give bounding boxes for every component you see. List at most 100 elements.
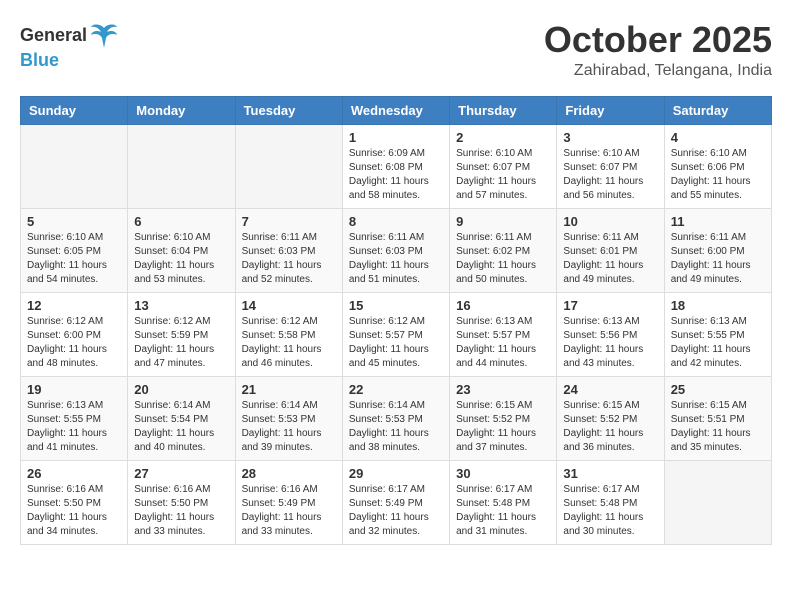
calendar-cell: 8 Sunrise: 6:11 AMSunset: 6:03 PMDaylight… bbox=[342, 208, 449, 292]
logo-general-text: General bbox=[20, 25, 87, 46]
day-number: 11 bbox=[671, 214, 765, 229]
calendar-cell: 30 Sunrise: 6:17 AMSunset: 5:48 PMDayligh… bbox=[450, 460, 557, 544]
weekday-header-monday: Monday bbox=[128, 96, 235, 124]
day-info: Sunrise: 6:13 AMSunset: 5:56 PMDaylight:… bbox=[563, 315, 657, 371]
day-info: Sunrise: 6:12 AMSunset: 5:57 PMDaylight:… bbox=[349, 315, 443, 371]
day-info: Sunrise: 6:16 AMSunset: 5:49 PMDaylight:… bbox=[242, 483, 336, 539]
day-info: Sunrise: 6:09 AMSunset: 6:08 PMDaylight:… bbox=[349, 147, 443, 203]
calendar-cell: 15 Sunrise: 6:12 AMSunset: 5:57 PMDayligh… bbox=[342, 292, 449, 376]
day-number: 10 bbox=[563, 214, 657, 229]
calendar-cell: 10 Sunrise: 6:11 AMSunset: 6:01 PMDayligh… bbox=[557, 208, 664, 292]
calendar-cell: 12 Sunrise: 6:12 AMSunset: 6:00 PMDayligh… bbox=[21, 292, 128, 376]
calendar-cell: 27 Sunrise: 6:16 AMSunset: 5:50 PMDayligh… bbox=[128, 460, 235, 544]
calendar-table: SundayMondayTuesdayWednesdayThursdayFrid… bbox=[20, 96, 772, 545]
calendar-cell: 9Sunrise: 6:11 AMSunset: 6:02 PMDaylight… bbox=[450, 208, 557, 292]
day-info: Sunrise: 6:14 AMSunset: 5:53 PMDaylight:… bbox=[242, 399, 336, 455]
page-header: General Blue October 2025 Zahirabad, Tel… bbox=[20, 20, 772, 80]
calendar-cell: 11Sunrise: 6:11 AMSunset: 6:00 PMDayligh… bbox=[664, 208, 771, 292]
calendar-header-row: SundayMondayTuesdayWednesdayThursdayFrid… bbox=[21, 96, 772, 124]
day-info: Sunrise: 6:10 AMSunset: 6:07 PMDaylight:… bbox=[563, 147, 657, 203]
day-info: Sunrise: 6:12 AMSunset: 5:59 PMDaylight:… bbox=[134, 315, 228, 371]
day-info: Sunrise: 6:10 AMSunset: 6:04 PMDaylight:… bbox=[134, 231, 228, 287]
calendar-cell: 3 Sunrise: 6:10 AMSunset: 6:07 PMDaylight… bbox=[557, 124, 664, 208]
calendar-week-row: 26 Sunrise: 6:16 AMSunset: 5:50 PMDayligh… bbox=[21, 460, 772, 544]
calendar-cell: 13 Sunrise: 6:12 AMSunset: 5:59 PMDayligh… bbox=[128, 292, 235, 376]
day-number: 24 bbox=[563, 382, 657, 397]
calendar-cell: 29 Sunrise: 6:17 AMSunset: 5:49 PMDayligh… bbox=[342, 460, 449, 544]
weekday-header-saturday: Saturday bbox=[664, 96, 771, 124]
calendar-cell bbox=[128, 124, 235, 208]
day-info: Sunrise: 6:17 AMSunset: 5:49 PMDaylight:… bbox=[349, 483, 443, 539]
calendar-cell: 14Sunrise: 6:12 AMSunset: 5:58 PMDayligh… bbox=[235, 292, 342, 376]
day-info: Sunrise: 6:11 AMSunset: 6:01 PMDaylight:… bbox=[563, 231, 657, 287]
calendar-cell: 23 Sunrise: 6:15 AMSunset: 5:52 PMDayligh… bbox=[450, 376, 557, 460]
calendar-cell: 22Sunrise: 6:14 AMSunset: 5:53 PMDayligh… bbox=[342, 376, 449, 460]
calendar-cell: 19 Sunrise: 6:13 AMSunset: 5:55 PMDayligh… bbox=[21, 376, 128, 460]
logo-blue-text: Blue bbox=[20, 50, 59, 70]
day-info: Sunrise: 6:15 AMSunset: 5:52 PMDaylight:… bbox=[563, 399, 657, 455]
day-info: Sunrise: 6:15 AMSunset: 5:52 PMDaylight:… bbox=[456, 399, 550, 455]
day-number: 27 bbox=[134, 466, 228, 481]
calendar-cell: 7Sunrise: 6:11 AMSunset: 6:03 PMDaylight… bbox=[235, 208, 342, 292]
day-number: 31 bbox=[563, 466, 657, 481]
day-info: Sunrise: 6:12 AMSunset: 6:00 PMDaylight:… bbox=[27, 315, 121, 371]
day-number: 12 bbox=[27, 298, 121, 313]
calendar-cell: 26Sunrise: 6:16 AMSunset: 5:50 PMDayligh… bbox=[21, 460, 128, 544]
day-number: 19 bbox=[27, 382, 121, 397]
calendar-week-row: 5Sunrise: 6:10 AMSunset: 6:05 PMDaylight… bbox=[21, 208, 772, 292]
calendar-cell: 6 Sunrise: 6:10 AMSunset: 6:04 PMDaylight… bbox=[128, 208, 235, 292]
calendar-cell bbox=[21, 124, 128, 208]
day-number: 16 bbox=[456, 298, 550, 313]
day-info: Sunrise: 6:14 AMSunset: 5:53 PMDaylight:… bbox=[349, 399, 443, 455]
day-number: 23 bbox=[456, 382, 550, 397]
day-info: Sunrise: 6:17 AMSunset: 5:48 PMDaylight:… bbox=[456, 483, 550, 539]
day-number: 6 bbox=[134, 214, 228, 229]
weekday-header-tuesday: Tuesday bbox=[235, 96, 342, 124]
day-number: 3 bbox=[563, 130, 657, 145]
calendar-cell: 17Sunrise: 6:13 AMSunset: 5:56 PMDayligh… bbox=[557, 292, 664, 376]
day-number: 15 bbox=[349, 298, 443, 313]
day-number: 20 bbox=[134, 382, 228, 397]
day-number: 7 bbox=[242, 214, 336, 229]
day-info: Sunrise: 6:17 AMSunset: 5:48 PMDaylight:… bbox=[563, 483, 657, 539]
logo: General Blue bbox=[20, 20, 119, 71]
calendar-cell: 21 Sunrise: 6:14 AMSunset: 5:53 PMDayligh… bbox=[235, 376, 342, 460]
calendar-cell bbox=[664, 460, 771, 544]
day-number: 13 bbox=[134, 298, 228, 313]
weekday-header-friday: Friday bbox=[557, 96, 664, 124]
calendar-week-row: 19 Sunrise: 6:13 AMSunset: 5:55 PMDayligh… bbox=[21, 376, 772, 460]
calendar-week-row: 1 Sunrise: 6:09 AMSunset: 6:08 PMDaylight… bbox=[21, 124, 772, 208]
day-info: Sunrise: 6:11 AMSunset: 6:03 PMDaylight:… bbox=[349, 231, 443, 287]
day-number: 25 bbox=[671, 382, 765, 397]
calendar-cell: 5Sunrise: 6:10 AMSunset: 6:05 PMDaylight… bbox=[21, 208, 128, 292]
day-number: 2 bbox=[456, 130, 550, 145]
month-year-title: October 2025 bbox=[544, 20, 772, 60]
day-number: 18 bbox=[671, 298, 765, 313]
day-number: 30 bbox=[456, 466, 550, 481]
day-number: 5 bbox=[27, 214, 121, 229]
weekday-header-wednesday: Wednesday bbox=[342, 96, 449, 124]
calendar-cell: 25Sunrise: 6:15 AMSunset: 5:51 PMDayligh… bbox=[664, 376, 771, 460]
day-number: 8 bbox=[349, 214, 443, 229]
day-info: Sunrise: 6:13 AMSunset: 5:55 PMDaylight:… bbox=[671, 315, 765, 371]
calendar-cell: 1 Sunrise: 6:09 AMSunset: 6:08 PMDaylight… bbox=[342, 124, 449, 208]
day-number: 1 bbox=[349, 130, 443, 145]
calendar-cell: 20Sunrise: 6:14 AMSunset: 5:54 PMDayligh… bbox=[128, 376, 235, 460]
calendar-cell: 28Sunrise: 6:16 AMSunset: 5:49 PMDayligh… bbox=[235, 460, 342, 544]
calendar-cell: 4 Sunrise: 6:10 AMSunset: 6:06 PMDaylight… bbox=[664, 124, 771, 208]
logo-bird-icon bbox=[89, 20, 119, 50]
day-number: 29 bbox=[349, 466, 443, 481]
calendar-week-row: 12 Sunrise: 6:12 AMSunset: 6:00 PMDayligh… bbox=[21, 292, 772, 376]
day-number: 14 bbox=[242, 298, 336, 313]
day-number: 4 bbox=[671, 130, 765, 145]
day-info: Sunrise: 6:13 AMSunset: 5:55 PMDaylight:… bbox=[27, 399, 121, 455]
day-info: Sunrise: 6:13 AMSunset: 5:57 PMDaylight:… bbox=[456, 315, 550, 371]
day-info: Sunrise: 6:16 AMSunset: 5:50 PMDaylight:… bbox=[134, 483, 228, 539]
day-number: 21 bbox=[242, 382, 336, 397]
day-number: 26 bbox=[27, 466, 121, 481]
weekday-header-sunday: Sunday bbox=[21, 96, 128, 124]
calendar-cell: 24 Sunrise: 6:15 AMSunset: 5:52 PMDayligh… bbox=[557, 376, 664, 460]
day-info: Sunrise: 6:11 AMSunset: 6:02 PMDaylight:… bbox=[456, 231, 550, 287]
day-info: Sunrise: 6:10 AMSunset: 6:06 PMDaylight:… bbox=[671, 147, 765, 203]
location-subtitle: Zahirabad, Telangana, India bbox=[544, 62, 772, 80]
